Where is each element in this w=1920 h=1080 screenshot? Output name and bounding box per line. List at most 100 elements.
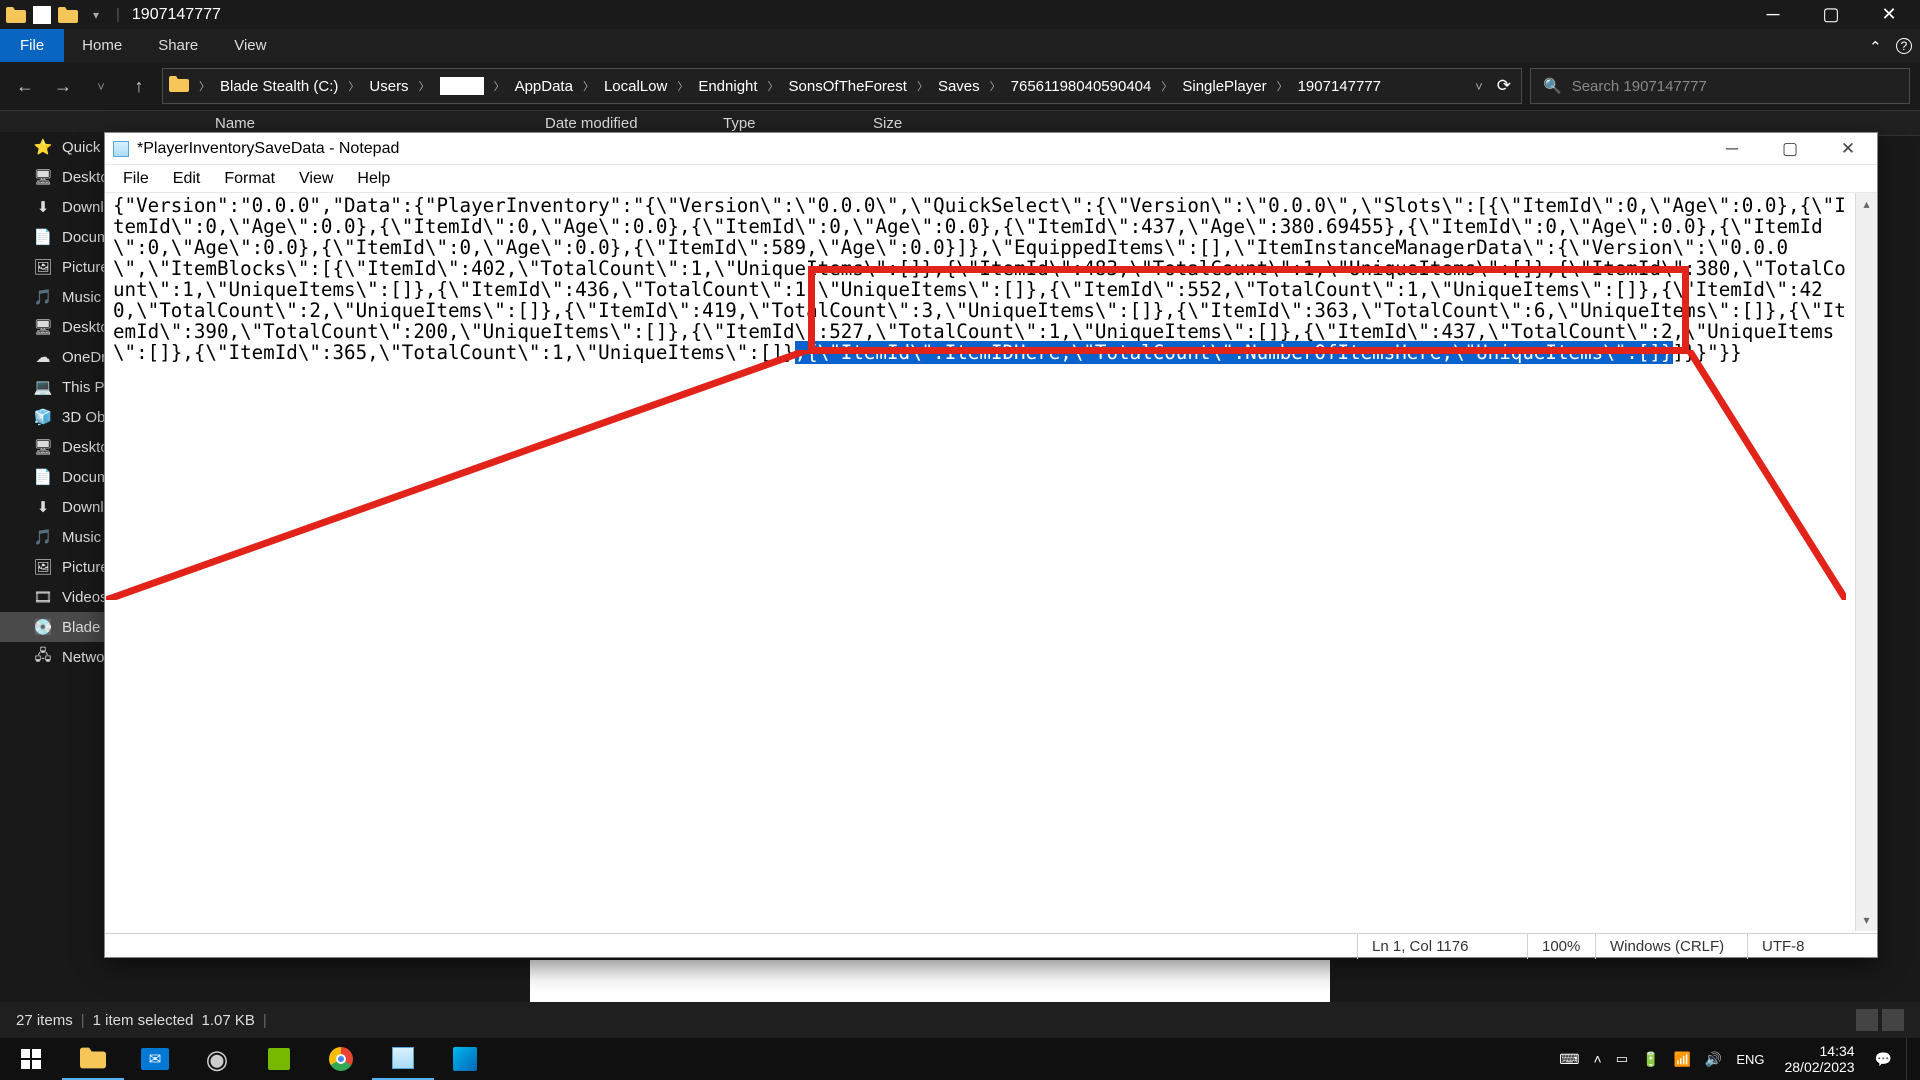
status-size: 1.07 KB	[202, 1012, 255, 1029]
notepad-icon	[113, 141, 129, 157]
sidebar-item-icon: ⬇	[34, 498, 52, 516]
sidebar-item-icon: 🎞	[34, 588, 52, 606]
forward-button[interactable]: →	[48, 71, 78, 101]
tab-home[interactable]: Home	[64, 29, 140, 62]
drive-icon	[169, 76, 189, 96]
sidebar-item-icon: 💽	[34, 618, 52, 636]
sidebar-item-label: Music	[62, 289, 101, 306]
menu-format[interactable]: Format	[214, 168, 285, 190]
scroll-down-icon[interactable]: ▾	[1856, 909, 1877, 931]
system-tray: ⌨ ˄ ▭ 🔋 📶 🔊 ENG 14:34 28/02/2023 💬	[1559, 1038, 1920, 1080]
np-minimize-button[interactable]: ─	[1703, 133, 1761, 165]
crumb-sotf[interactable]: SonsOfTheForest〉	[789, 78, 928, 95]
menu-view[interactable]: View	[289, 168, 343, 190]
sidebar-item-icon: 🖥	[34, 438, 52, 456]
tray-wifi-icon[interactable]: 📶	[1673, 1051, 1690, 1068]
view-large-icon[interactable]	[1882, 1009, 1904, 1031]
np-maximize-button[interactable]: ▢	[1761, 133, 1819, 165]
crumb-appdata[interactable]: AppData〉	[515, 78, 594, 95]
minimize-button[interactable]: ─	[1744, 0, 1802, 29]
taskbar: ✉ ◉ ⌨ ˄ ▭ 🔋 📶 🔊 ENG 14:34 28/02/2023 💬	[0, 1038, 1920, 1080]
status-items: 27 items	[16, 1012, 73, 1029]
sidebar-item-label: Music	[62, 529, 101, 546]
close-button[interactable]: ✕	[1860, 0, 1918, 29]
np-status-enc: UTF-8	[1747, 934, 1877, 959]
tray-volume-icon[interactable]: 🔊	[1705, 1051, 1722, 1068]
notepad-title: *PlayerInventorySaveData - Notepad	[137, 140, 399, 158]
notepad-statusbar: Ln 1, Col 1176 100% Windows (CRLF) UTF-8	[105, 933, 1877, 959]
crumb-users[interactable]: Users〉	[369, 78, 429, 95]
tray-bluetooth-icon[interactable]: ▭	[1616, 1051, 1628, 1067]
np-status-pos: Ln 1, Col 1176	[1357, 934, 1527, 959]
sidebar-item-icon: 💻	[34, 378, 52, 396]
col-size[interactable]: Size	[873, 115, 993, 132]
expand-ribbon-icon[interactable]: ⌄	[1869, 37, 1882, 55]
tab-share[interactable]: Share	[140, 29, 216, 62]
sidebar-item-icon: ⭐	[34, 138, 52, 156]
tray-notifications-icon[interactable]: 💬	[1875, 1051, 1892, 1068]
crumb-endnight[interactable]: Endnight〉	[698, 78, 778, 95]
sidebar-item-label: Videos	[62, 589, 108, 606]
col-name[interactable]: Name	[215, 115, 545, 132]
view-details-icon[interactable]	[1856, 1009, 1878, 1031]
sidebar-item-icon: 🧊	[34, 408, 52, 426]
task-nvidia[interactable]	[248, 1038, 310, 1080]
task-steam[interactable]: ◉	[186, 1038, 248, 1080]
tab-file[interactable]: File	[0, 29, 64, 62]
menu-edit[interactable]: Edit	[163, 168, 211, 190]
chevron-right-icon: 〉	[199, 78, 210, 94]
folder-icon-2	[57, 4, 79, 26]
notepad-titlebar[interactable]: *PlayerInventorySaveData - Notepad ─ ▢ ✕	[105, 133, 1877, 165]
crumb-sp[interactable]: SinglePlayer〉	[1182, 78, 1287, 95]
tray-lang-icon[interactable]: ENG	[1736, 1052, 1764, 1067]
start-button[interactable]	[0, 1038, 62, 1080]
search-icon: 🔍	[1543, 77, 1562, 95]
help-icon[interactable]: ?	[1896, 38, 1912, 54]
show-desktop-button[interactable]	[1906, 1038, 1914, 1080]
explorer-statusbar: 27 items | 1 item selected 1.07 KB |	[0, 1002, 1920, 1038]
pinned-icon	[33, 6, 51, 24]
overflow-icon[interactable]: ▾	[85, 4, 107, 26]
history-dropdown-icon[interactable]: ˅	[1475, 79, 1483, 94]
text-post: ]}}"}}	[1673, 341, 1742, 364]
task-photos[interactable]	[434, 1038, 496, 1080]
notepad-scrollbar[interactable]: ▴ ▾	[1855, 193, 1877, 931]
crumb-locallow[interactable]: LocalLow〉	[604, 78, 688, 95]
scroll-up-icon[interactable]: ▴	[1856, 193, 1877, 215]
crumb-user[interactable]: 〉	[440, 77, 505, 95]
back-button[interactable]: ←	[10, 71, 40, 101]
tray-battery-icon[interactable]: 🔋	[1642, 1051, 1659, 1068]
crumb-steamid[interactable]: 76561198040590404〉	[1011, 78, 1173, 95]
col-type[interactable]: Type	[723, 115, 873, 132]
tab-view[interactable]: View	[216, 29, 284, 62]
col-date[interactable]: Date modified	[545, 115, 723, 132]
np-status-eol: Windows (CRLF)	[1595, 934, 1747, 959]
refresh-icon[interactable]: ⟳	[1497, 76, 1511, 96]
task-notepad[interactable]	[372, 1038, 434, 1080]
maximize-button[interactable]: ▢	[1802, 0, 1860, 29]
sidebar-item-icon: 🎵	[34, 528, 52, 546]
address-bar[interactable]: 〉 Blade Stealth (C:)〉 Users〉 〉 AppData〉 …	[162, 68, 1522, 104]
sidebar-item-icon: 🖥	[34, 318, 52, 336]
crumb-drive[interactable]: Blade Stealth (C:)〉	[220, 78, 359, 95]
tray-clock[interactable]: 14:34 28/02/2023	[1778, 1043, 1860, 1075]
tray-keyboard-icon[interactable]: ⌨	[1559, 1051, 1579, 1068]
search-placeholder: Search 1907147777	[1572, 78, 1707, 95]
recent-button[interactable]: ˅	[86, 71, 116, 101]
np-close-button[interactable]: ✕	[1819, 133, 1877, 165]
task-mail[interactable]: ✉	[124, 1038, 186, 1080]
crumb-saves[interactable]: Saves〉	[938, 78, 1001, 95]
nav-bar: ← → ˅ ↑ 〉 Blade Stealth (C:)〉 Users〉 〉 A…	[0, 62, 1920, 110]
tray-overflow-icon[interactable]: ˄	[1594, 1051, 1602, 1067]
task-explorer[interactable]	[62, 1038, 124, 1080]
search-input[interactable]: 🔍 Search 1907147777	[1530, 68, 1910, 104]
up-button[interactable]: ↑	[124, 71, 154, 101]
status-selected: 1 item selected	[93, 1012, 194, 1029]
menu-help[interactable]: Help	[347, 168, 400, 190]
sidebar-item-icon: 🎵	[34, 288, 52, 306]
notepad-content[interactable]: {"Version":"0.0.0","Data":{"PlayerInvent…	[105, 193, 1877, 933]
task-chrome[interactable]	[310, 1038, 372, 1080]
menu-file[interactable]: File	[113, 168, 159, 190]
window-title: 1907147777	[132, 6, 221, 24]
crumb-folder[interactable]: 1907147777	[1298, 78, 1381, 95]
